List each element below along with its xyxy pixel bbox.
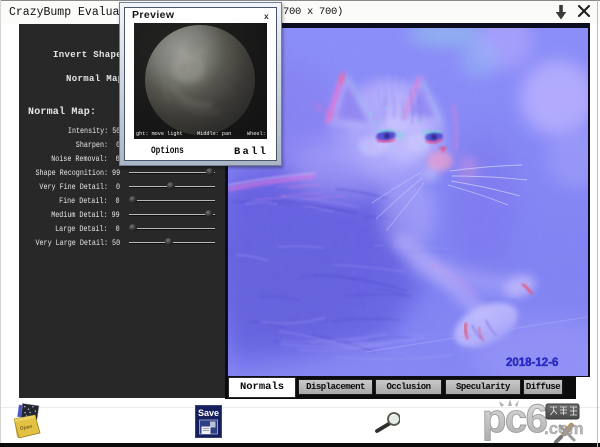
svg-text:Wheel:: Wheel:: [247, 131, 266, 137]
svg-text:ght: move light: ght: move light: [136, 131, 183, 137]
svg-text:pc6: pc6: [482, 397, 547, 441]
svg-text:Middle: pan: Middle: pan: [197, 131, 231, 137]
svg-text:2018-12-6: 2018-12-6: [506, 357, 558, 369]
svg-text:Save: Save: [198, 408, 219, 418]
